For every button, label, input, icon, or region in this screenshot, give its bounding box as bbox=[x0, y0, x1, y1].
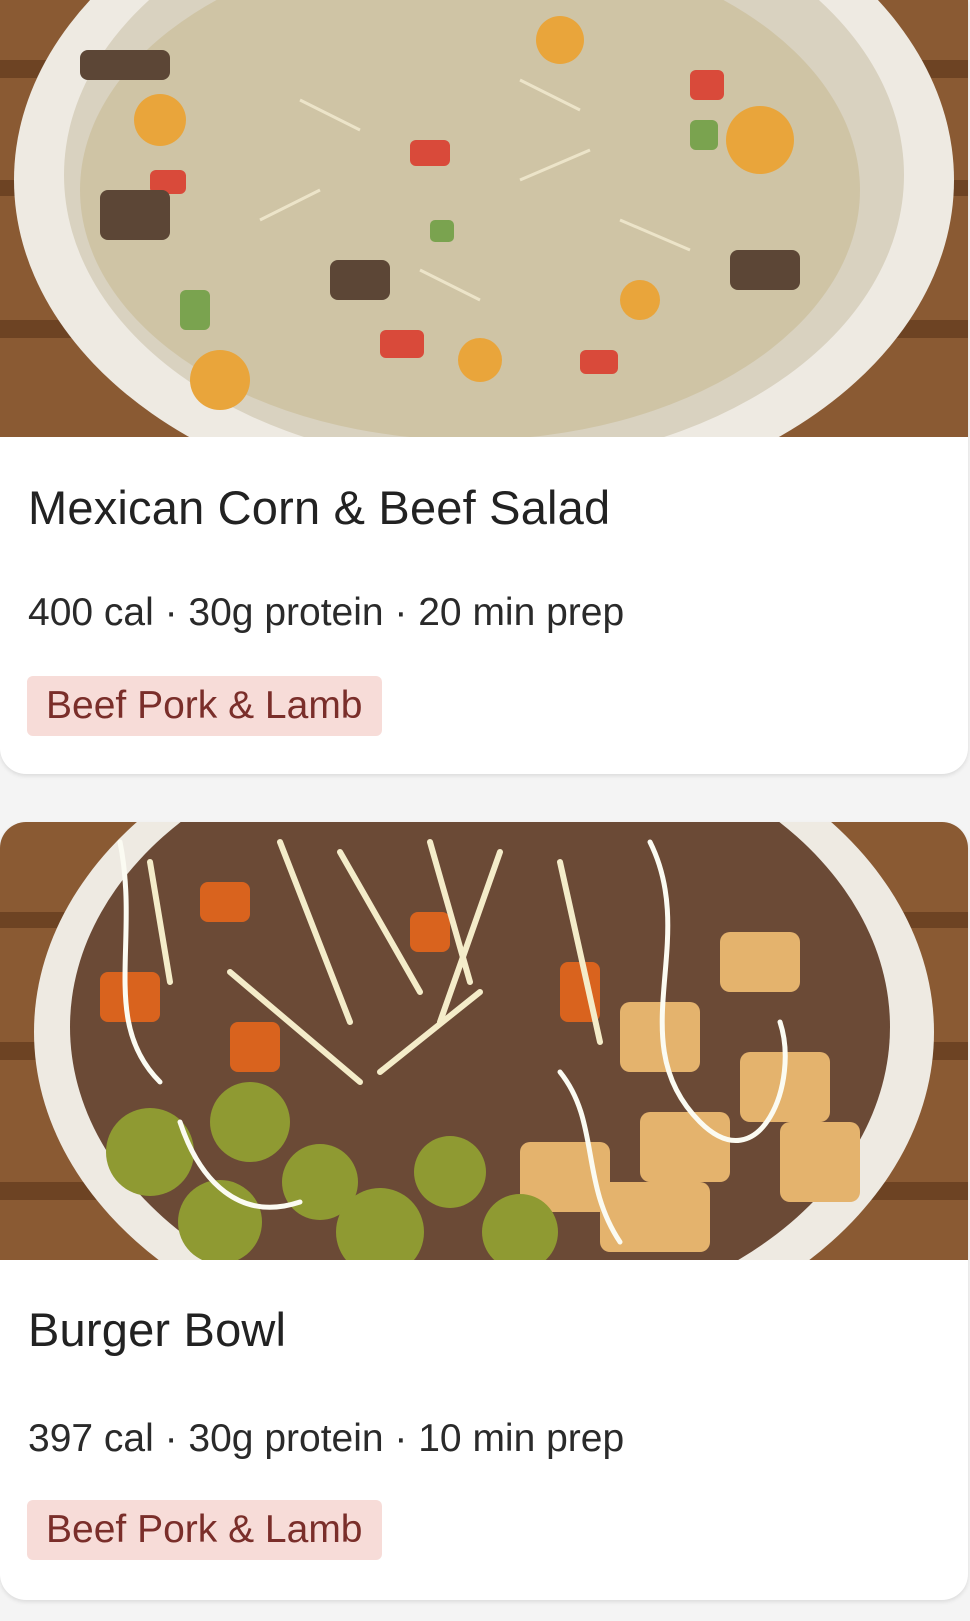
burger-bowl-photo-graphic bbox=[0, 822, 968, 1260]
category-tag[interactable]: Beef Pork & Lamb bbox=[27, 1500, 382, 1560]
recipe-card[interactable]: Mexican Corn & Beef Salad 400 cal · 30g … bbox=[0, 0, 968, 774]
recipe-photo[interactable] bbox=[0, 0, 968, 437]
recipe-feed: Mexican Corn & Beef Salad 400 cal · 30g … bbox=[0, 0, 970, 1621]
recipe-title[interactable]: Burger Bowl bbox=[28, 1302, 286, 1357]
recipe-photo[interactable] bbox=[0, 822, 968, 1260]
category-tag[interactable]: Beef Pork & Lamb bbox=[27, 676, 382, 736]
recipe-card[interactable]: Burger Bowl 397 cal · 30g protein · 10 m… bbox=[0, 822, 968, 1600]
recipe-meta: 400 cal · 30g protein · 20 min prep bbox=[28, 591, 625, 634]
salad-photo-graphic bbox=[0, 0, 968, 437]
recipe-title[interactable]: Mexican Corn & Beef Salad bbox=[28, 480, 610, 535]
recipe-meta: 397 cal · 30g protein · 10 min prep bbox=[28, 1417, 625, 1460]
